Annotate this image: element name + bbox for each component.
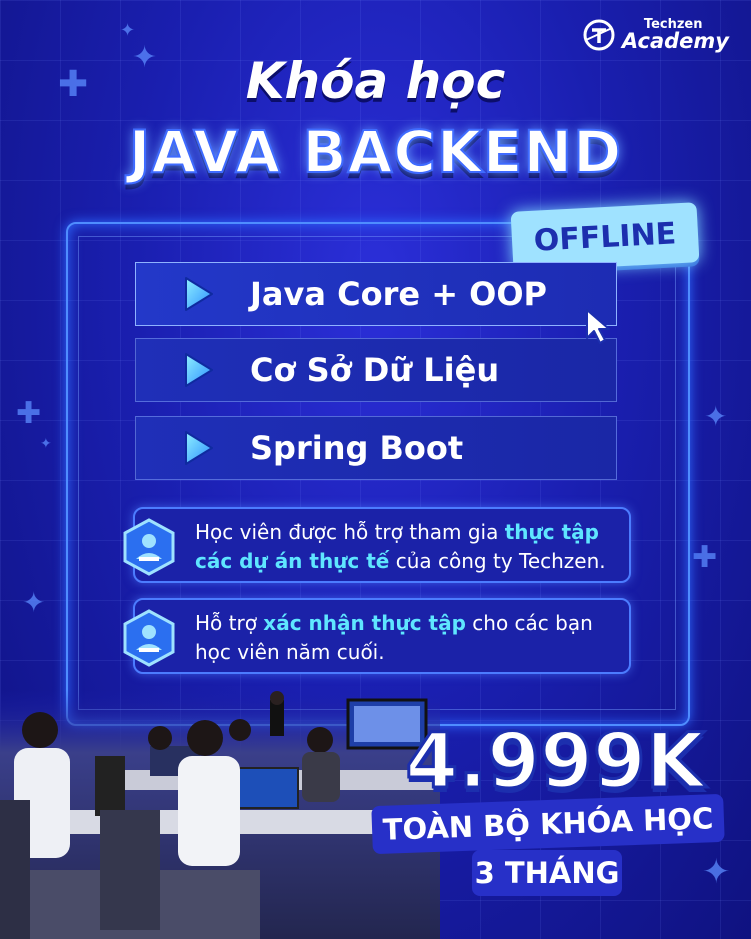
star-icon: ✦ <box>120 20 136 41</box>
star-icon: ✦ <box>40 436 52 452</box>
star-icon: ✦ <box>704 400 728 433</box>
cross-icon: ✚ <box>16 396 42 431</box>
module-label: Java Core + OOP <box>250 275 547 313</box>
brand-line2: Academy <box>621 29 729 53</box>
brand-logo: Techzen Academy <box>582 18 729 52</box>
play-icon <box>185 277 213 311</box>
price-amount: 4.999K <box>404 715 706 807</box>
play-icon <box>185 431 213 465</box>
info-text: Hỗ trợ xác nhận thực tập cho các bạn học… <box>195 611 593 664</box>
info-box-internship: Học viên được hỗ trợ tham gia thực tập c… <box>123 507 631 583</box>
star-icon: ✦ <box>22 586 46 619</box>
heading-pre: Khóa học <box>245 52 506 110</box>
module-label: Cơ Sở Dữ Liệu <box>250 351 500 389</box>
cross-icon: ✚ <box>692 540 718 575</box>
info-box-confirmation: Hỗ trợ xác nhận thực tập cho các bạn học… <box>123 598 631 674</box>
price-block: 4.999K TOÀN BỘ KHÓA HỌC 3 THÁNG <box>371 715 732 906</box>
play-icon <box>185 353 213 387</box>
highlight-text: xác nhận thực tập <box>263 611 466 635</box>
student-laptop-icon <box>123 518 175 576</box>
student-laptop-icon <box>123 609 175 667</box>
module-item[interactable]: Spring Boot <box>135 416 617 480</box>
course-poster: ✦ ✦ ✚ ✚ ✦ ✦ ✦ ✚ ✦ Techzen Academy Khóa h… <box>0 0 751 939</box>
course-duration: 3 THÁNG <box>472 850 622 896</box>
module-label: Spring Boot <box>250 429 464 467</box>
info-text: Học viên được hỗ trợ tham gia thực tập c… <box>195 520 606 573</box>
module-item[interactable]: Java Core + OOP <box>135 262 617 326</box>
cursor-icon <box>586 309 610 344</box>
module-item[interactable]: Cơ Sở Dữ Liệu <box>135 338 617 402</box>
course-title: JAVA BACKEND <box>128 117 623 187</box>
logo-mark-icon <box>583 19 615 51</box>
